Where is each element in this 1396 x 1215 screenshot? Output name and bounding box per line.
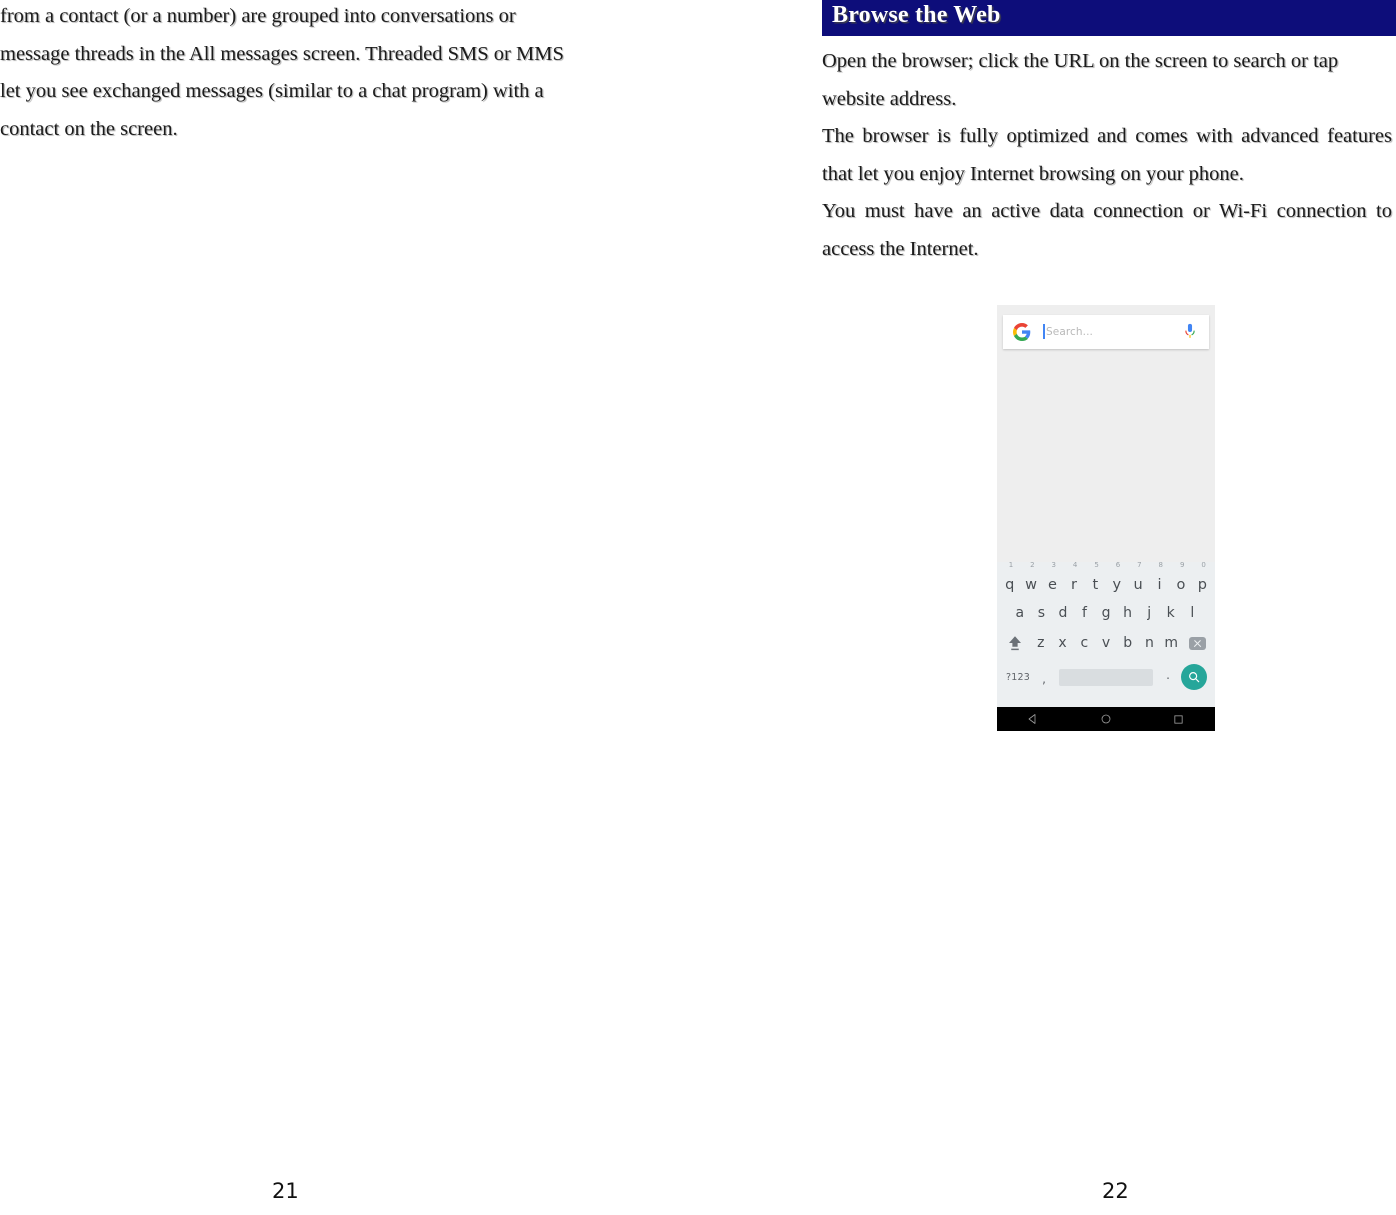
key-y[interactable]: 6y <box>1106 561 1127 593</box>
key-c[interactable]: c <box>1073 635 1095 651</box>
shift-arrow-icon[interactable] <box>1000 634 1030 652</box>
paragraph: Open the browser; click the URL on the s… <box>822 50 1339 110</box>
key-t-number: 5 <box>1094 560 1099 569</box>
key-v[interactable]: v <box>1095 635 1117 651</box>
home-circle-icon[interactable] <box>1095 708 1117 730</box>
key-u[interactable]: 7u <box>1127 561 1148 593</box>
key-p-label: p <box>1197 576 1207 593</box>
page-number-left: 21 <box>272 1179 299 1203</box>
key-i-label: i <box>1157 576 1162 593</box>
key-u-label: u <box>1133 576 1143 593</box>
key-i-number: 8 <box>1158 560 1164 569</box>
key-o[interactable]: 9o <box>1170 561 1191 593</box>
key-r-number: 4 <box>1072 560 1078 569</box>
symbols-key[interactable]: ?123 <box>1001 672 1035 683</box>
section-title: Browse the Web <box>832 2 1001 28</box>
keyboard-row-4: ?123 , . <box>997 658 1215 696</box>
key-a[interactable]: a <box>1009 605 1031 621</box>
key-e[interactable]: 3e <box>1042 561 1063 593</box>
key-f[interactable]: f <box>1074 605 1096 621</box>
key-b[interactable]: b <box>1117 635 1139 651</box>
key-y-number: 6 <box>1115 560 1121 569</box>
comma-key[interactable]: , <box>1035 668 1053 686</box>
key-p-number: 0 <box>1201 560 1206 569</box>
keyboard-search-button[interactable] <box>1177 664 1211 690</box>
paragraph: from a contact (or a number) are grouped… <box>0 5 564 140</box>
microphone-icon[interactable] <box>1183 323 1197 341</box>
google-search-bar[interactable]: Search... <box>1003 315 1209 349</box>
backspace-glyph <box>1188 636 1206 650</box>
key-p[interactable]: 0p <box>1192 561 1213 593</box>
key-h[interactable]: h <box>1117 605 1139 621</box>
key-x[interactable]: x <box>1052 635 1074 651</box>
paragraph: You must have an active data connection … <box>822 200 1392 260</box>
key-u-number: 7 <box>1137 560 1142 569</box>
key-q-label: q <box>1005 576 1015 593</box>
text-caret <box>1043 324 1045 339</box>
left-page-body: from a contact (or a number) are grouped… <box>0 0 570 148</box>
browser-content-area <box>997 357 1215 562</box>
key-o-label: o <box>1176 576 1186 593</box>
key-s[interactable]: s <box>1031 605 1053 621</box>
key-n[interactable]: n <box>1139 635 1161 651</box>
key-k[interactable]: k <box>1160 605 1182 621</box>
search-placeholder: Search... <box>1046 326 1093 338</box>
key-w-number: 2 <box>1030 560 1035 569</box>
key-m[interactable]: m <box>1160 635 1182 651</box>
search-magnifier-icon <box>1181 664 1207 690</box>
key-t-label: t <box>1092 576 1099 593</box>
keyboard-row-2: a s d f g h j k l <box>997 598 1215 628</box>
phone-screenshot-figure: Search... 1q 2w 3e 4r 5t 6y 7u 8i 9o 0p <box>997 305 1215 731</box>
key-d[interactable]: d <box>1052 605 1074 621</box>
key-r-label: r <box>1070 576 1077 593</box>
recents-square-icon[interactable] <box>1168 708 1190 730</box>
on-screen-keyboard[interactable]: 1q 2w 3e 4r 5t 6y 7u 8i 9o 0p a s d f g … <box>997 561 1215 707</box>
android-nav-bar <box>997 707 1215 731</box>
key-o-number: 9 <box>1179 560 1185 569</box>
left-page: from a contact (or a number) are grouped… <box>0 0 700 1215</box>
paragraph: The browser is fully optimized and comes… <box>822 125 1392 185</box>
google-g-icon <box>1013 323 1031 341</box>
keyboard-row-1: 1q 2w 3e 4r 5t 6y 7u 8i 9o 0p <box>997 561 1215 598</box>
key-z[interactable]: z <box>1030 635 1052 651</box>
key-e-label: e <box>1048 576 1057 593</box>
keyboard-row-3: z x c v b n m <box>997 628 1215 658</box>
key-i[interactable]: 8i <box>1149 561 1170 593</box>
page-number-right: 22 <box>1102 1179 1129 1203</box>
key-g[interactable]: g <box>1095 605 1117 621</box>
key-w-label: w <box>1025 576 1038 593</box>
key-q-number: 1 <box>1008 560 1014 569</box>
spacebar-key[interactable] <box>1059 668 1153 686</box>
key-e-number: 3 <box>1051 560 1056 569</box>
period-key[interactable]: . <box>1159 668 1177 686</box>
backspace-icon[interactable] <box>1182 636 1212 650</box>
key-t[interactable]: 5t <box>1085 561 1106 593</box>
key-w[interactable]: 2w <box>1020 561 1041 593</box>
key-r[interactable]: 4r <box>1063 561 1084 593</box>
key-y-label: y <box>1112 576 1122 593</box>
key-q[interactable]: 1q <box>999 561 1020 593</box>
key-j[interactable]: j <box>1138 605 1160 621</box>
right-page-body: Open the browser; click the URL on the s… <box>822 43 1392 268</box>
back-triangle-icon[interactable] <box>1022 708 1044 730</box>
key-l[interactable]: l <box>1182 605 1204 621</box>
section-header-banner: Browse the Web <box>822 0 1396 36</box>
search-input[interactable]: Search... <box>1043 323 1183 341</box>
